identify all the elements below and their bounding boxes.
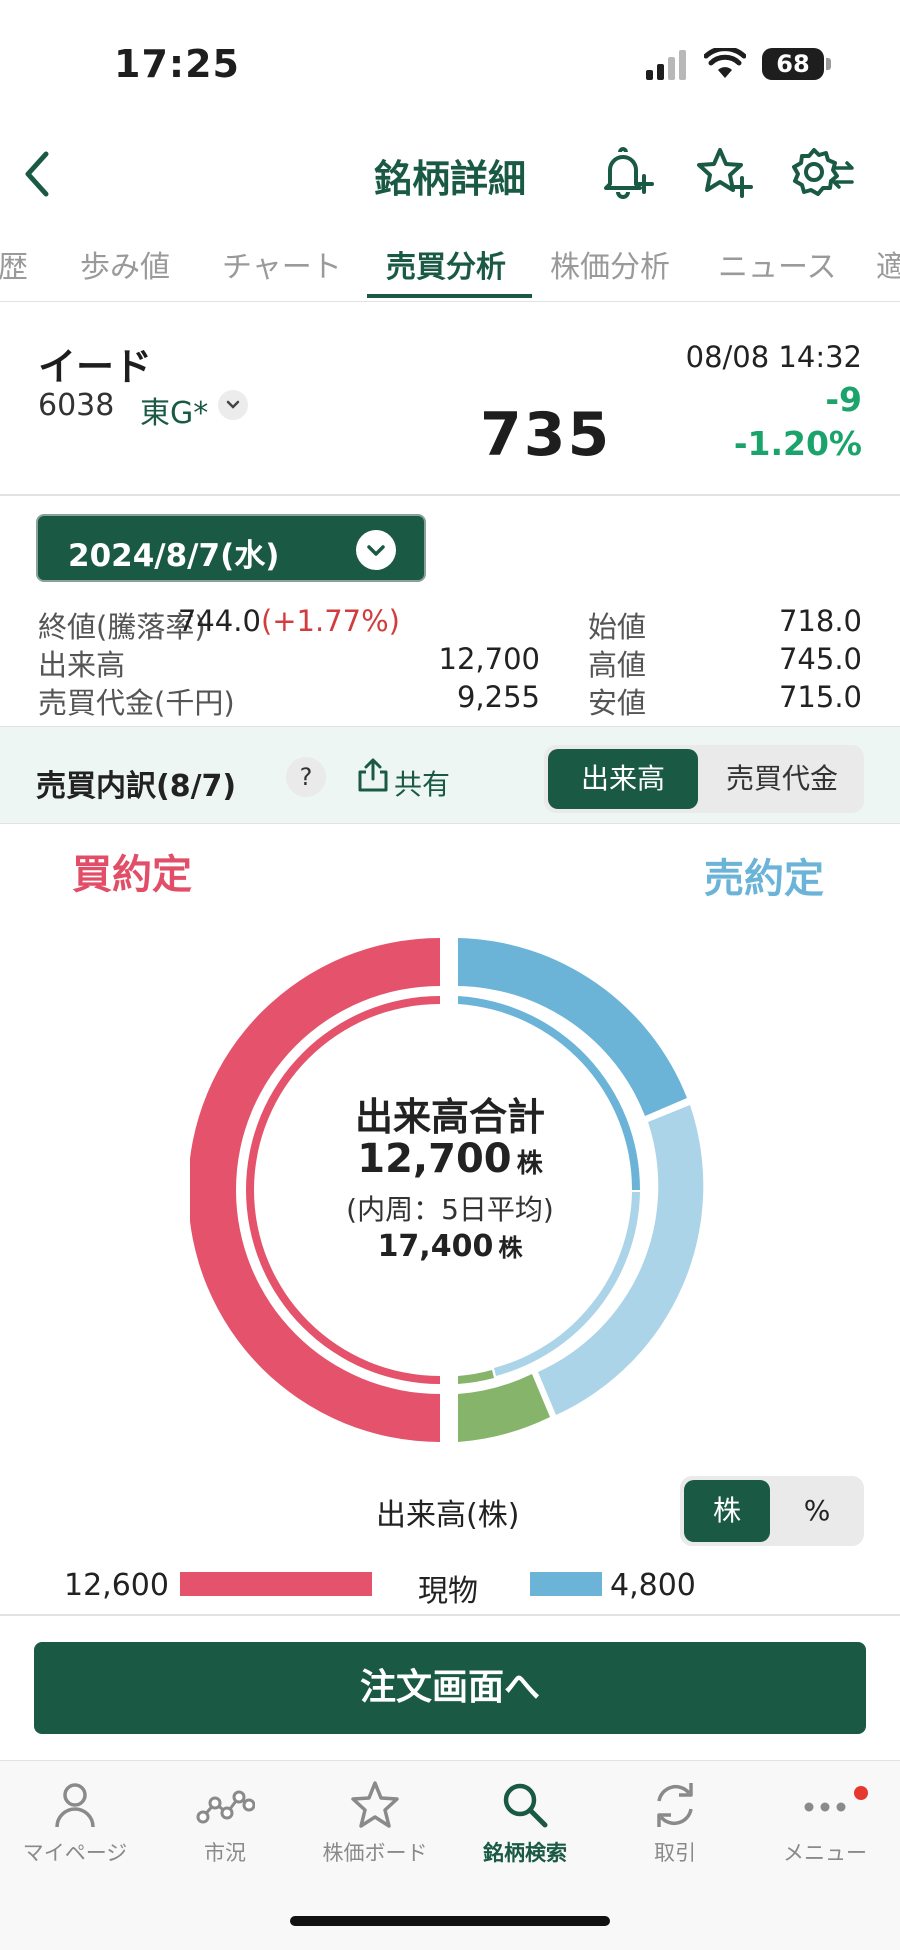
amount-label: 売買代金(千円) <box>38 686 235 720</box>
tab-bar: 歴 歩み値 チャート 売買分析 株価分析 ニュース 適 <box>0 232 900 302</box>
share-button[interactable]: 共有 <box>394 763 450 803</box>
nav-search-label: 銘柄検索 <box>483 1841 567 1865</box>
cellular-signal-icon <box>646 50 686 80</box>
notification-dot <box>854 1786 868 1800</box>
open-value: 718.0 <box>778 604 862 638</box>
close-value-group: 744.0(+1.77%) <box>178 604 400 638</box>
donut-center-subtitle: (内周：5日平均) <box>346 1193 554 1226</box>
volume-label: 出来高 <box>38 648 126 682</box>
amount-value: 9,255 <box>456 680 540 714</box>
buy-label: 買約定 <box>72 852 192 898</box>
page-title: 銘柄詳細 <box>373 157 526 201</box>
tab-price-analysis[interactable]: 株価分析 <box>550 242 670 286</box>
total-volume: 12,700 <box>357 1136 512 1182</box>
market-graph-icon <box>196 1790 255 1824</box>
nav-mypage[interactable]: マイページ <box>0 1779 150 1867</box>
search-icon <box>503 1783 548 1828</box>
stock-price: 735 <box>480 400 612 470</box>
selected-date: 2024/8/7(水) <box>68 538 280 574</box>
metric-toggle: 出来高 売買代金 <box>544 745 864 813</box>
high-label: 高値 <box>588 648 647 682</box>
exchange-label[interactable]: 東G* <box>140 388 208 432</box>
share-icon[interactable] <box>356 757 390 793</box>
sell-spot-bar <box>530 1572 602 1596</box>
donut-center-total: 12,700 株 <box>0 1136 900 1182</box>
home-indicator <box>290 1916 610 1926</box>
person-icon <box>55 1783 95 1828</box>
outer-other-segment <box>458 1374 550 1442</box>
active-tab-indicator <box>367 294 532 298</box>
star-icon <box>351 1781 399 1828</box>
settings-swap-icon[interactable] <box>790 146 856 200</box>
close-value: 744.0 <box>177 604 261 638</box>
tab-tick[interactable]: 歩み値 <box>80 242 170 286</box>
average-volume-unit: 株 <box>498 1234 523 1262</box>
tab-chart[interactable]: チャート <box>222 242 342 286</box>
price-change-percent: -1.20% <box>733 424 862 463</box>
nav-menu[interactable]: メニュー <box>750 1779 900 1867</box>
open-label: 始値 <box>588 610 647 644</box>
chevron-down-icon <box>226 400 240 409</box>
unit-toggle: 株 % <box>680 1476 864 1546</box>
nav-mypage-label: マイページ <box>22 1841 128 1865</box>
volume-value: 12,700 <box>438 642 540 676</box>
breakdown-title: 売買内訳(8/7) <box>36 769 237 804</box>
tab-trade-analysis[interactable]: 売買分析 <box>386 242 506 286</box>
divider <box>0 1614 900 1616</box>
metric-volume-button[interactable]: 出来高 <box>548 749 698 809</box>
low-label: 安値 <box>588 686 647 720</box>
nav-board-label: 株価ボード <box>322 1841 428 1865</box>
date-selector[interactable]: 2024/8/7(水) <box>36 514 426 582</box>
wifi-icon <box>704 48 746 78</box>
nav-market-label: 市況 <box>204 1841 246 1865</box>
buy-spot-bar <box>180 1572 372 1596</box>
battery-icon: 68 <box>762 48 824 80</box>
unit-percent-button[interactable]: % <box>774 1480 860 1542</box>
stock-name: イード <box>38 345 153 389</box>
refresh-icon <box>657 1783 693 1827</box>
nav-menu-label: メニュー <box>783 1841 867 1865</box>
nav-trade[interactable]: 取引 <box>600 1779 750 1867</box>
bell-add-icon[interactable] <box>600 146 656 200</box>
inner-other-segment <box>458 1370 494 1384</box>
exchange-dropdown-button[interactable] <box>218 390 248 420</box>
status-time: 17:25 <box>114 42 240 86</box>
battery-nub <box>826 58 831 70</box>
chevron-down-icon <box>356 530 396 570</box>
tab-news[interactable]: ニュース <box>718 242 837 286</box>
divider <box>0 494 900 496</box>
nav-market[interactable]: 市況 <box>150 1779 300 1867</box>
volume-unit-label: 出来高(株) <box>376 1498 520 1533</box>
order-screen-button[interactable]: 注文画面へ <box>34 1642 866 1734</box>
donut-center-average: 17,400 株 <box>0 1228 900 1264</box>
unit-shares-button[interactable]: 株 <box>684 1480 770 1542</box>
quote-timestamp: 08/08 14:32 <box>685 340 862 374</box>
more-icon <box>804 1802 846 1812</box>
metric-amount-button[interactable]: 売買代金 <box>704 749 860 809</box>
stock-code: 6038 <box>38 388 115 423</box>
nav-trade-label: 取引 <box>654 1841 696 1865</box>
sell-spot-value: 4,800 <box>610 1568 696 1603</box>
nav-search[interactable]: 銘柄検索 <box>450 1779 600 1867</box>
donut-center-title: 出来高合計 <box>354 1095 545 1139</box>
nav-board[interactable]: 株価ボード <box>300 1779 450 1867</box>
low-value: 715.0 <box>778 680 862 714</box>
tab-history[interactable]: 歴 <box>0 242 28 286</box>
buy-spot-value: 12,600 <box>64 1568 169 1603</box>
help-icon[interactable]: ? <box>286 757 326 797</box>
star-add-icon[interactable] <box>696 146 754 200</box>
breakdown-header: 売買内訳(8/7) ? 共有 出来高 売買代金 <box>0 726 900 824</box>
average-volume: 17,400 <box>377 1229 494 1264</box>
price-change: -9 <box>825 380 862 419</box>
tab-more[interactable]: 適 <box>876 242 900 286</box>
high-value: 745.0 <box>778 642 862 676</box>
close-change: (+1.77%) <box>260 604 400 638</box>
total-volume-unit: 株 <box>516 1149 543 1179</box>
sell-label: 売約定 <box>704 856 824 902</box>
spot-row-label: 現物 <box>418 1574 478 1609</box>
